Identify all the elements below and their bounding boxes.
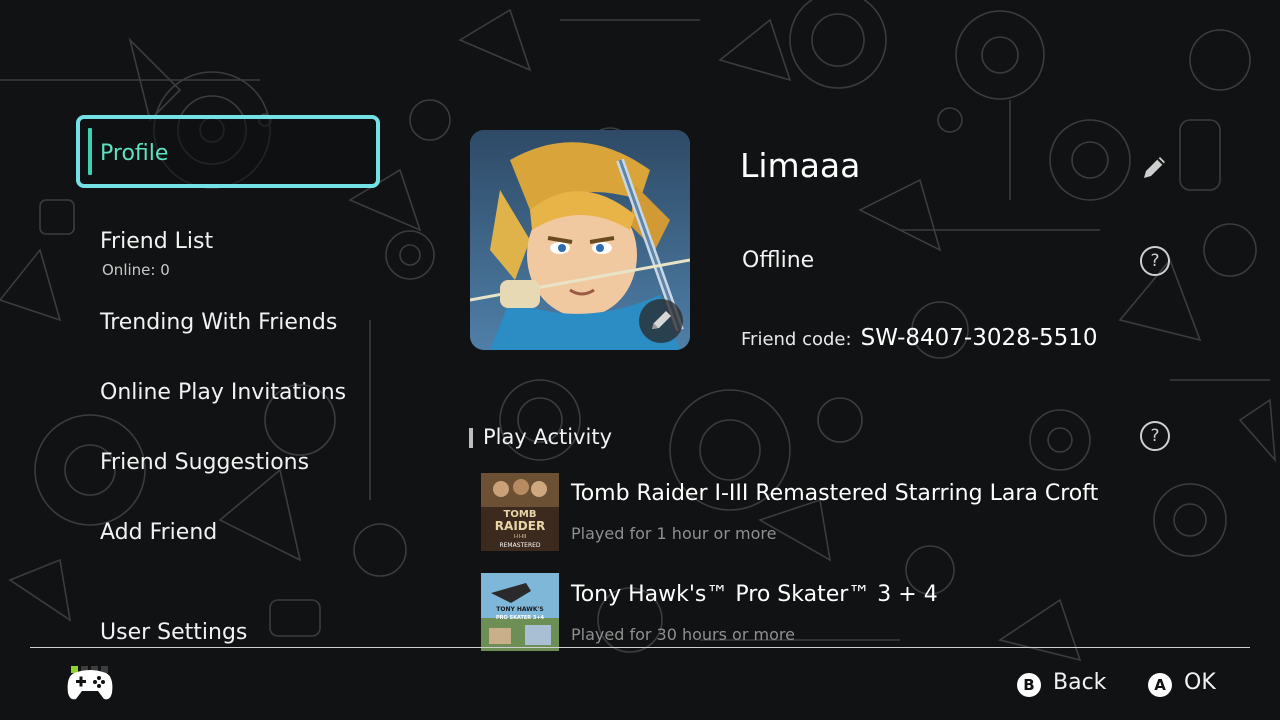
sidebar-item-friend-suggestions[interactable]: Friend Suggestions [100, 450, 309, 475]
question-circle-icon[interactable]: ? [1140, 421, 1170, 451]
sidebar-item-user-settings[interactable]: User Settings [100, 620, 247, 645]
avatar-edit-button[interactable] [639, 299, 683, 343]
game-icon-tony-hawk[interactable]: TONY HAWK'S PRO SKATER 3+4 [481, 573, 559, 651]
thumb-text: TONY HAWK'S [496, 606, 543, 613]
thumb-text: PRO SKATER 3+4 [496, 615, 545, 621]
sidebar-item-trending[interactable]: Trending With Friends [100, 310, 337, 335]
question-circle-icon[interactable]: ? [1140, 246, 1170, 276]
background-pattern [0, 0, 1276, 662]
gamepad-icon [66, 667, 114, 707]
back-button[interactable]: Back [1053, 670, 1106, 695]
friend-code-value: SW-8407-3028-5510 [860, 325, 1098, 351]
friend-code: Friend code: SW-8407-3028-5510 [741, 325, 1098, 351]
footer-divider [30, 647, 1250, 648]
game-playtime: Played for 30 hours or more [571, 625, 795, 644]
sidebar-item-add-friend[interactable]: Add Friend [100, 520, 217, 545]
game-title: Tony Hawk's™ Pro Skater™ 3 + 4 [571, 582, 938, 607]
ok-button[interactable]: OK [1184, 670, 1216, 695]
online-count: Online: 0 [102, 261, 170, 279]
sidebar-item-friend-list[interactable]: Friend List [100, 229, 213, 254]
online-status: Offline [742, 248, 815, 273]
b-button-icon: B [1017, 673, 1041, 697]
game-playtime: Played for 1 hour or more [571, 524, 777, 543]
sidebar-item-profile[interactable]: Profile [76, 115, 380, 188]
sidebar-item-online-play-invitations[interactable]: Online Play Invitations [100, 380, 346, 405]
thumb-text: I-II-III [514, 534, 526, 540]
section-marker [469, 428, 473, 448]
sidebar-item-label: Profile [100, 141, 169, 166]
a-button-icon: A [1148, 673, 1172, 697]
thumb-text: REMASTERED [499, 542, 540, 549]
friend-code-label: Friend code: [741, 329, 852, 350]
game-title: Tomb Raider I-III Remastered Starring La… [571, 481, 1099, 506]
username: Limaaa [740, 146, 861, 185]
edit-nickname-button[interactable] [1140, 152, 1170, 186]
pencil-icon [1144, 157, 1165, 178]
selection-indicator [88, 128, 92, 175]
thumb-text: RAIDER [495, 519, 545, 533]
pencil-icon [652, 311, 671, 329]
game-icon-tomb-raider[interactable]: TOMB RAIDER I-II-III REMASTERED [481, 473, 559, 551]
play-activity-heading: Play Activity [483, 425, 613, 449]
